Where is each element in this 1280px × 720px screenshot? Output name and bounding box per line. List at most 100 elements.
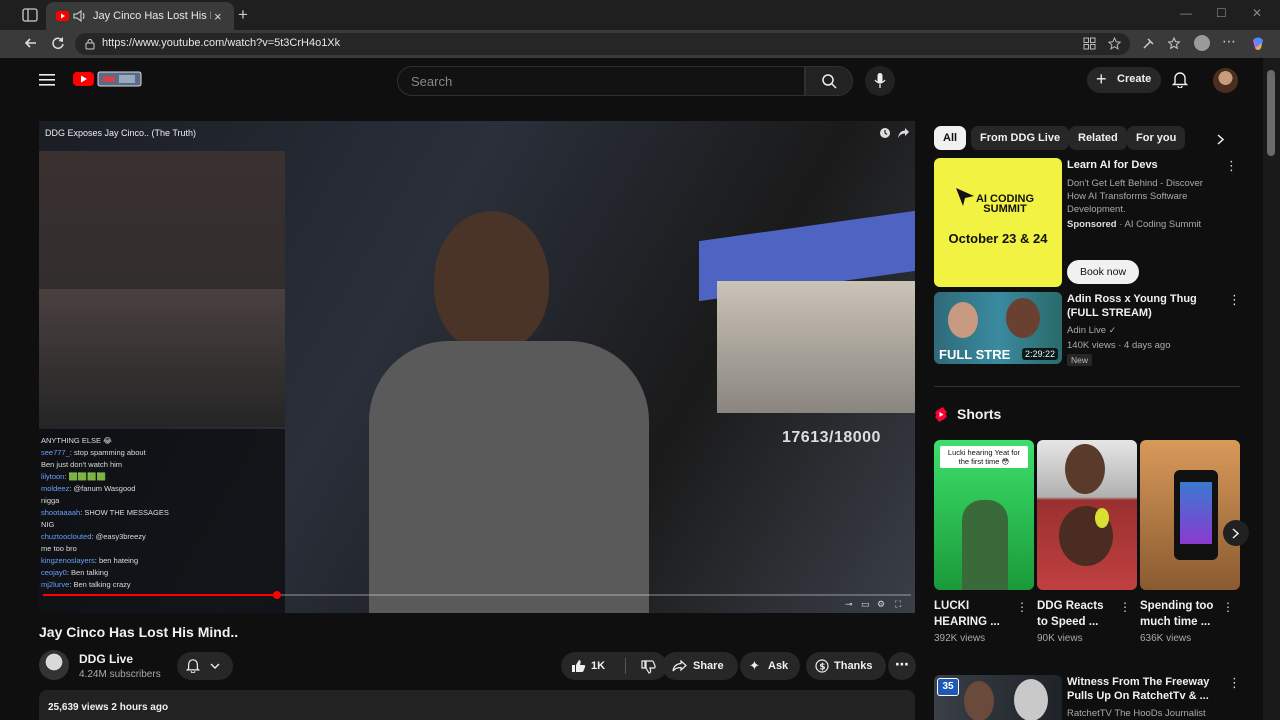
rec-thumbnail[interactable]: FULL STRE 2:29:22 — [934, 292, 1062, 364]
youtube-favicon-icon — [56, 11, 69, 21]
settings-gear-icon[interactable]: ⚙ — [877, 599, 885, 610]
short-3-more-icon[interactable]: ⋮ — [1222, 600, 1234, 614]
fullscreen-icon[interactable]: ⛶ — [895, 599, 901, 610]
notifications-bell-icon[interactable] — [1172, 71, 1188, 88]
video-overlay-title: DDG Exposes Jay Cinco.. (The Truth) — [45, 128, 197, 138]
account-avatar[interactable] — [1213, 68, 1238, 93]
thumbs-up-icon[interactable] — [571, 659, 586, 673]
rec-title[interactable]: Adin Ross x Young Thug (FULL STREAM) — [1067, 292, 1217, 320]
last-rec-more-icon[interactable]: ⋮ — [1228, 675, 1241, 691]
share-button[interactable]: Share — [662, 652, 738, 680]
site-info-icon[interactable] — [84, 38, 96, 50]
chips-next-button[interactable] — [1206, 126, 1236, 152]
captions-icon[interactable]: ▭ — [861, 599, 870, 610]
reload-icon[interactable] — [51, 36, 65, 50]
address-bar[interactable]: https://www.youtube.com/watch?v=5t3CrH4o… — [75, 33, 1130, 55]
ad-more-icon[interactable]: ⋮ — [1225, 158, 1238, 174]
video-chat-overlay: ANYTHING ELSE 😂 see777_: stop spamming ab… — [39, 429, 285, 613]
video-pip-streamer-right — [717, 281, 915, 413]
chat-line: nigga — [39, 495, 285, 507]
page-scrollbar[interactable] — [1263, 58, 1280, 720]
favorites-icon[interactable] — [1168, 37, 1182, 50]
chat-line: mj2lurve: Ben talking crazy — [39, 579, 285, 591]
chat-message: : SHOW THE MESSAGES — [80, 508, 169, 517]
browser-toolbar: https://www.youtube.com/watch?v=5t3CrH4o… — [0, 30, 1280, 58]
browser-tab-active[interactable]: Jay Cinco Has Lost His Mind.. × — [46, 2, 234, 30]
description-box[interactable]: 25,639 views 2 hours ago — [39, 690, 915, 720]
chat-line: ceojay0: Ben talking — [39, 567, 285, 579]
last-rec-title[interactable]: Witness From The Freeway Pulls Up On Rat… — [1067, 675, 1217, 703]
minimize-button[interactable]: — — [1180, 6, 1192, 20]
chat-line: shootaaaah: SHOW THE MESSAGES — [39, 507, 285, 519]
youtube-logo[interactable] — [73, 71, 143, 87]
app-available-icon[interactable] — [1083, 37, 1096, 50]
chip-all[interactable]: All — [934, 126, 967, 150]
youtube-logo-icon — [73, 71, 142, 87]
menu-hamburger-icon[interactable] — [39, 73, 55, 87]
chat-message: : stop spamming about — [69, 448, 146, 457]
favorite-star-icon[interactable] — [1108, 37, 1121, 50]
back-arrow-icon[interactable] — [24, 36, 38, 50]
thumbs-down-icon[interactable] — [641, 660, 656, 674]
channel-avatar[interactable] — [39, 650, 69, 680]
tab-close-icon[interactable]: × — [214, 9, 222, 24]
rec-duration: 2:29:22 — [1021, 348, 1058, 360]
last-rec-person-2 — [1014, 679, 1048, 720]
chat-line: NIG — [39, 519, 285, 531]
shorts-next-button[interactable] — [1223, 520, 1249, 546]
subscription-bell-button[interactable] — [177, 652, 233, 680]
book-now-button[interactable]: Book now — [1067, 260, 1139, 284]
url-text[interactable]: https://www.youtube.com/watch?v=5t3CrH4o… — [102, 37, 340, 49]
share-icon — [672, 660, 687, 672]
sidebar-toggle-icon[interactable] — [22, 8, 38, 22]
extension-icon[interactable] — [1142, 37, 1155, 50]
audio-playing-icon[interactable] — [73, 10, 87, 22]
channel-name[interactable]: DDG Live — [79, 652, 133, 666]
chat-username: chuztooclouted — [41, 532, 92, 541]
thanks-button[interactable]: $ Thanks — [806, 652, 886, 680]
last-rec-thumbnail[interactable]: 35 — [934, 675, 1062, 720]
ad-thumbnail[interactable]: AI CODING SUMMIT October 23 & 24 — [934, 158, 1062, 287]
short-thumbnail-3[interactable] — [1140, 440, 1240, 590]
short-1-caption: Lucki hearing Yeat for the first time 😳 — [940, 446, 1028, 468]
video-progress-bar[interactable] — [43, 591, 911, 599]
chat-line: kingzenoslayers: ben hateing — [39, 555, 285, 567]
short-1-more-icon[interactable]: ⋮ — [1016, 600, 1028, 614]
video-player[interactable]: ANYTHING ELSE 😂 see777_: stop spamming ab… — [39, 121, 915, 613]
short-3-phone-screen — [1180, 482, 1212, 544]
close-window-button[interactable]: ✕ — [1252, 6, 1262, 20]
like-count[interactable]: 1K — [591, 660, 605, 672]
maximize-button[interactable]: ☐ — [1216, 6, 1227, 20]
autoplay-toggle-icon[interactable]: ⊸ — [845, 599, 853, 610]
rec-more-icon[interactable]: ⋮ — [1228, 292, 1241, 308]
create-button[interactable]: + Create — [1087, 67, 1161, 93]
rec-channel-line[interactable]: Adin Live ✓ — [1067, 324, 1116, 337]
ad-title[interactable]: Learn AI for Devs — [1067, 158, 1227, 172]
short-title-1[interactable]: LUCKI HEARING ... — [934, 598, 1014, 630]
short-thumbnail-2[interactable] — [1037, 440, 1137, 590]
last-rec-channel[interactable]: RatchetTV The HooDs Journalist — [1067, 707, 1206, 720]
ad-headline: AI CODING SUMMIT — [975, 193, 1035, 215]
ask-button[interactable]: ✦ Ask — [740, 652, 800, 680]
search-icon — [822, 74, 837, 89]
views-and-date: 25,639 views 2 hours ago — [48, 702, 169, 713]
more-actions-button[interactable]: ⋯ — [888, 652, 916, 680]
share-overlay-icon[interactable] — [897, 127, 910, 139]
search-input[interactable]: Search — [397, 66, 805, 96]
browser-menu-icon[interactable]: ⋯ — [1222, 33, 1236, 50]
search-button[interactable] — [805, 66, 853, 96]
profile-icon[interactable] — [1194, 35, 1210, 51]
short-2-more-icon[interactable]: ⋮ — [1119, 600, 1131, 614]
voice-search-button[interactable] — [865, 66, 895, 96]
copilot-icon[interactable] — [1250, 36, 1266, 52]
short-title-2[interactable]: DDG Reacts to Speed ... — [1037, 598, 1117, 630]
sparkle-icon: ✦ — [749, 658, 760, 673]
scrollbar-thumb[interactable] — [1267, 70, 1275, 156]
watch-later-icon[interactable] — [879, 127, 891, 139]
short-thumbnail-1[interactable]: Lucki hearing Yeat for the first time 😳 — [934, 440, 1034, 590]
new-tab-button[interactable]: + — [238, 5, 248, 25]
short-title-3[interactable]: Spending too much time ... — [1140, 598, 1220, 630]
chip-from-ddg-live[interactable]: From DDG Live — [971, 126, 1070, 150]
chip-for-you[interactable]: For you — [1127, 126, 1186, 150]
chip-related[interactable]: Related — [1069, 126, 1127, 150]
